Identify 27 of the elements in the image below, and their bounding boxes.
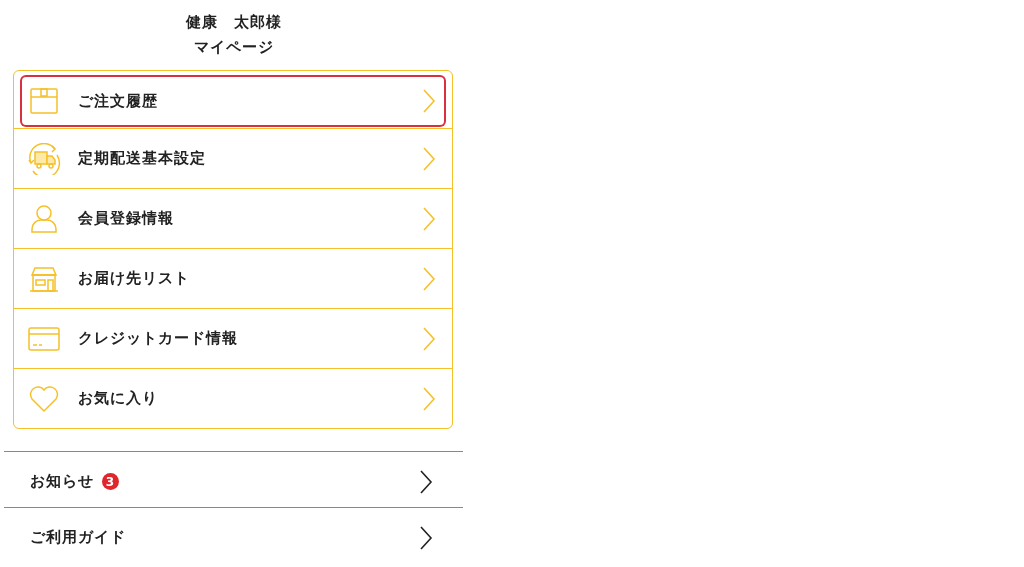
user-name: 健康 太郎様 (186, 12, 282, 33)
store-icon (28, 264, 60, 293)
chevron-icon (422, 385, 436, 412)
credit-card-icon (28, 326, 60, 351)
chevron-icon (422, 325, 436, 352)
count-badge: 3 (102, 473, 119, 490)
menu-item[interactable]: ご注文履歴 (20, 75, 446, 127)
chevron-icon (422, 205, 436, 232)
menu-link[interactable]: ご利用ガイド (4, 507, 463, 563)
menu-item[interactable]: クレジットカード情報 (14, 308, 452, 368)
chevron-icon (422, 88, 436, 114)
truck-icon (25, 142, 63, 175)
chevron-icon (419, 524, 433, 551)
link-label: ご利用ガイド (30, 528, 126, 547)
menu-item[interactable]: 定期配送基本設定 (14, 128, 452, 188)
chevron-icon (422, 265, 436, 292)
box-icon (29, 87, 59, 115)
heart-icon (28, 384, 60, 413)
menu-item[interactable]: お届け先リスト (14, 248, 452, 308)
menu-item[interactable]: 会員登録情報 (14, 188, 452, 248)
link-label: お知らせ (30, 472, 94, 491)
chevron-icon (422, 145, 436, 172)
person-icon (30, 203, 58, 234)
page-title: マイページ (194, 37, 274, 58)
chevron-icon (419, 468, 433, 495)
menu-link[interactable]: お知らせ 3 (4, 451, 463, 507)
menu-item[interactable]: お気に入り (14, 368, 452, 428)
